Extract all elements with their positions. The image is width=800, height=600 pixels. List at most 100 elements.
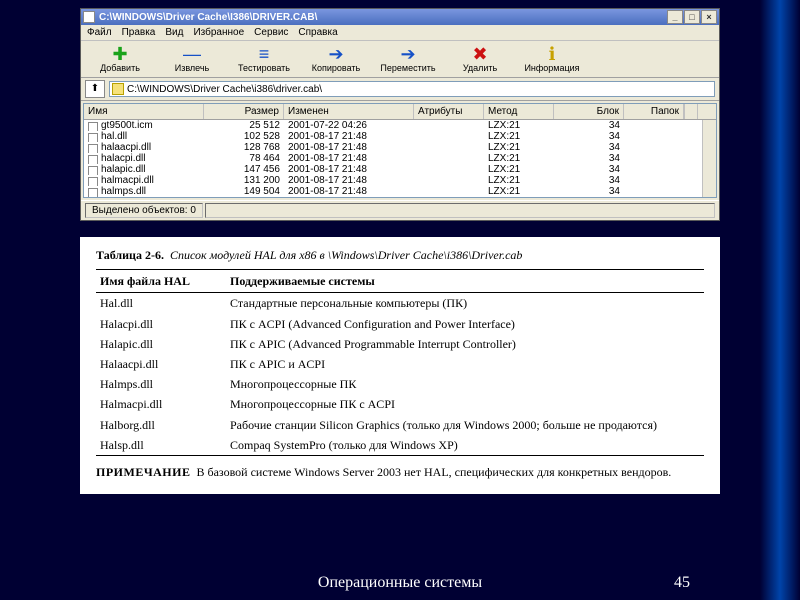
file-name: halmps.dll [101,186,146,197]
status-bar: Выделено объектов: 0 [81,200,719,220]
file-size: 102 528 [204,131,284,142]
table-row: Halborg.dllРабочие станции Silicon Graph… [96,415,704,435]
file-icon [88,166,98,176]
file-attr [414,120,484,131]
file-method: LZX:21 [484,142,554,153]
address-bar: ⬆ C:\WINDOWS\Driver Cache\i386\driver.ca… [81,78,719,101]
toolbar: ✚ Добавить — Извлечь ≡ Тестировать ➔ Коп… [81,41,719,78]
col-attrs[interactable]: Атрибуты [414,104,484,119]
arrow-move-icon: ➔ [400,45,415,63]
archive-window: C:\WINDOWS\Driver Cache\I386\DRIVER.CAB\… [80,8,720,221]
hal-description: ПК с ACPI (Advanced Configuration and Po… [226,314,704,334]
title-bar[interactable]: C:\WINDOWS\Driver Cache\I386\DRIVER.CAB\… [81,9,719,25]
file-method: LZX:21 [484,120,554,131]
folder-icon [112,83,124,95]
menu-view[interactable]: Вид [165,27,183,38]
file-method: LZX:21 [484,164,554,175]
hal-description: Стандартные персональные компьютеры (ПК) [226,293,704,314]
col-method[interactable]: Метод [484,104,554,119]
file-size: 131 200 [204,175,284,186]
window-title: C:\WINDOWS\Driver Cache\I386\DRIVER.CAB\ [99,12,667,23]
hal-filename: Halmps.dll [96,374,226,394]
th-filename: Имя файла HAL [96,270,226,293]
table-row: Halacpi.dllПК с ACPI (Advanced Configura… [96,314,704,334]
window-icon [83,11,95,23]
info-button[interactable]: ℹ Информация [517,43,587,75]
toolbar-label: Удалить [463,63,497,73]
file-icon [88,188,98,198]
table-row[interactable]: hal.dll102 5282001-08-17 21:48LZX:2134 [84,131,702,142]
table-row[interactable]: halacpi.dll78 4642001-08-17 21:48LZX:213… [84,153,702,164]
file-icon [88,133,98,143]
toolbar-label: Тестировать [238,63,290,73]
copy-button[interactable]: ➔ Копировать [301,43,371,75]
file-date: 2001-08-17 21:48 [284,164,414,175]
file-name: halmacpi.dll [101,175,154,186]
col-block[interactable]: Блок [554,104,624,119]
table-row[interactable]: halapic.dll147 4562001-08-17 21:48LZX:21… [84,164,702,175]
col-folders[interactable]: Папок [624,104,684,119]
file-attr [414,142,484,153]
file-icon [88,144,98,154]
col-name[interactable]: Имя [84,104,204,119]
table-row: Halmps.dllМногопроцессорные ПК [96,374,704,394]
address-field[interactable]: C:\WINDOWS\Driver Cache\i386\driver.cab\ [109,81,715,97]
scrollbar[interactable] [702,120,716,197]
table-row: Halapic.dllПК с APIC (Advanced Programma… [96,334,704,354]
close-button[interactable]: × [701,10,717,24]
toolbar-label: Информация [524,63,579,73]
file-size: 78 464 [204,153,284,164]
menu-help[interactable]: Справка [298,27,337,38]
file-icon [88,177,98,187]
test-button[interactable]: ≡ Тестировать [229,43,299,75]
table-row[interactable]: halaacpi.dll128 7682001-08-17 21:48LZX:2… [84,142,702,153]
file-block: 34 [554,175,624,186]
up-button[interactable]: ⬆ [85,80,105,98]
delete-button[interactable]: ✖ Удалить [445,43,515,75]
table-row: Halsp.dllCompaq SystemPro (только для Wi… [96,435,704,456]
menu-file[interactable]: Файл [87,27,112,38]
file-icon [88,155,98,165]
extract-button[interactable]: — Извлечь [157,43,227,75]
toolbar-label: Добавить [100,63,140,73]
file-date: 2001-07-22 04:26 [284,120,414,131]
hal-filename: Hal.dll [96,293,226,314]
hal-description: ПК с APIC и ACPI [226,354,704,374]
file-folders [624,186,684,197]
hal-description: Compaq SystemPro (только для Windows XP) [226,435,704,456]
table-row: Halmacpi.dllМногопроцессорные ПК с ACPI [96,394,704,414]
th-systems: Поддерживаемые системы [226,270,704,293]
hal-filename: Halaacpi.dll [96,354,226,374]
menu-favorites[interactable]: Избранное [193,27,244,38]
list-icon: ≡ [259,45,270,63]
file-attr [414,175,484,186]
column-headers: Имя Размер Изменен Атрибуты Метод Блок П… [84,104,716,120]
table-row[interactable]: gt9500t.icm25 5122001-07-22 04:26LZX:213… [84,120,702,131]
file-attr [414,131,484,142]
file-block: 34 [554,142,624,153]
file-size: 149 504 [204,186,284,197]
file-folders [624,153,684,164]
table-row[interactable]: halmps.dll149 5042001-08-17 21:48LZX:213… [84,186,702,197]
plus-icon: ✚ [112,45,127,63]
menu-edit[interactable]: Правка [122,27,156,38]
maximize-button[interactable]: □ [684,10,700,24]
minimize-button[interactable]: _ [667,10,683,24]
header-corner [684,104,698,119]
hal-filename: Halacpi.dll [96,314,226,334]
x-icon: ✖ [472,45,487,63]
toolbar-label: Переместить [380,63,435,73]
table-row[interactable]: halmacpi.dll131 2002001-08-17 21:48LZX:2… [84,175,702,186]
move-button[interactable]: ➔ Переместить [373,43,443,75]
hal-filename: Halsp.dll [96,435,226,456]
file-date: 2001-08-17 21:48 [284,153,414,164]
col-size[interactable]: Размер [204,104,284,119]
col-modified[interactable]: Изменен [284,104,414,119]
file-name: halaacpi.dll [101,142,151,153]
toolbar-label: Извлечь [175,63,210,73]
add-button[interactable]: ✚ Добавить [85,43,155,75]
file-block: 34 [554,153,624,164]
menu-service[interactable]: Сервис [254,27,288,38]
file-block: 34 [554,120,624,131]
file-block: 34 [554,164,624,175]
